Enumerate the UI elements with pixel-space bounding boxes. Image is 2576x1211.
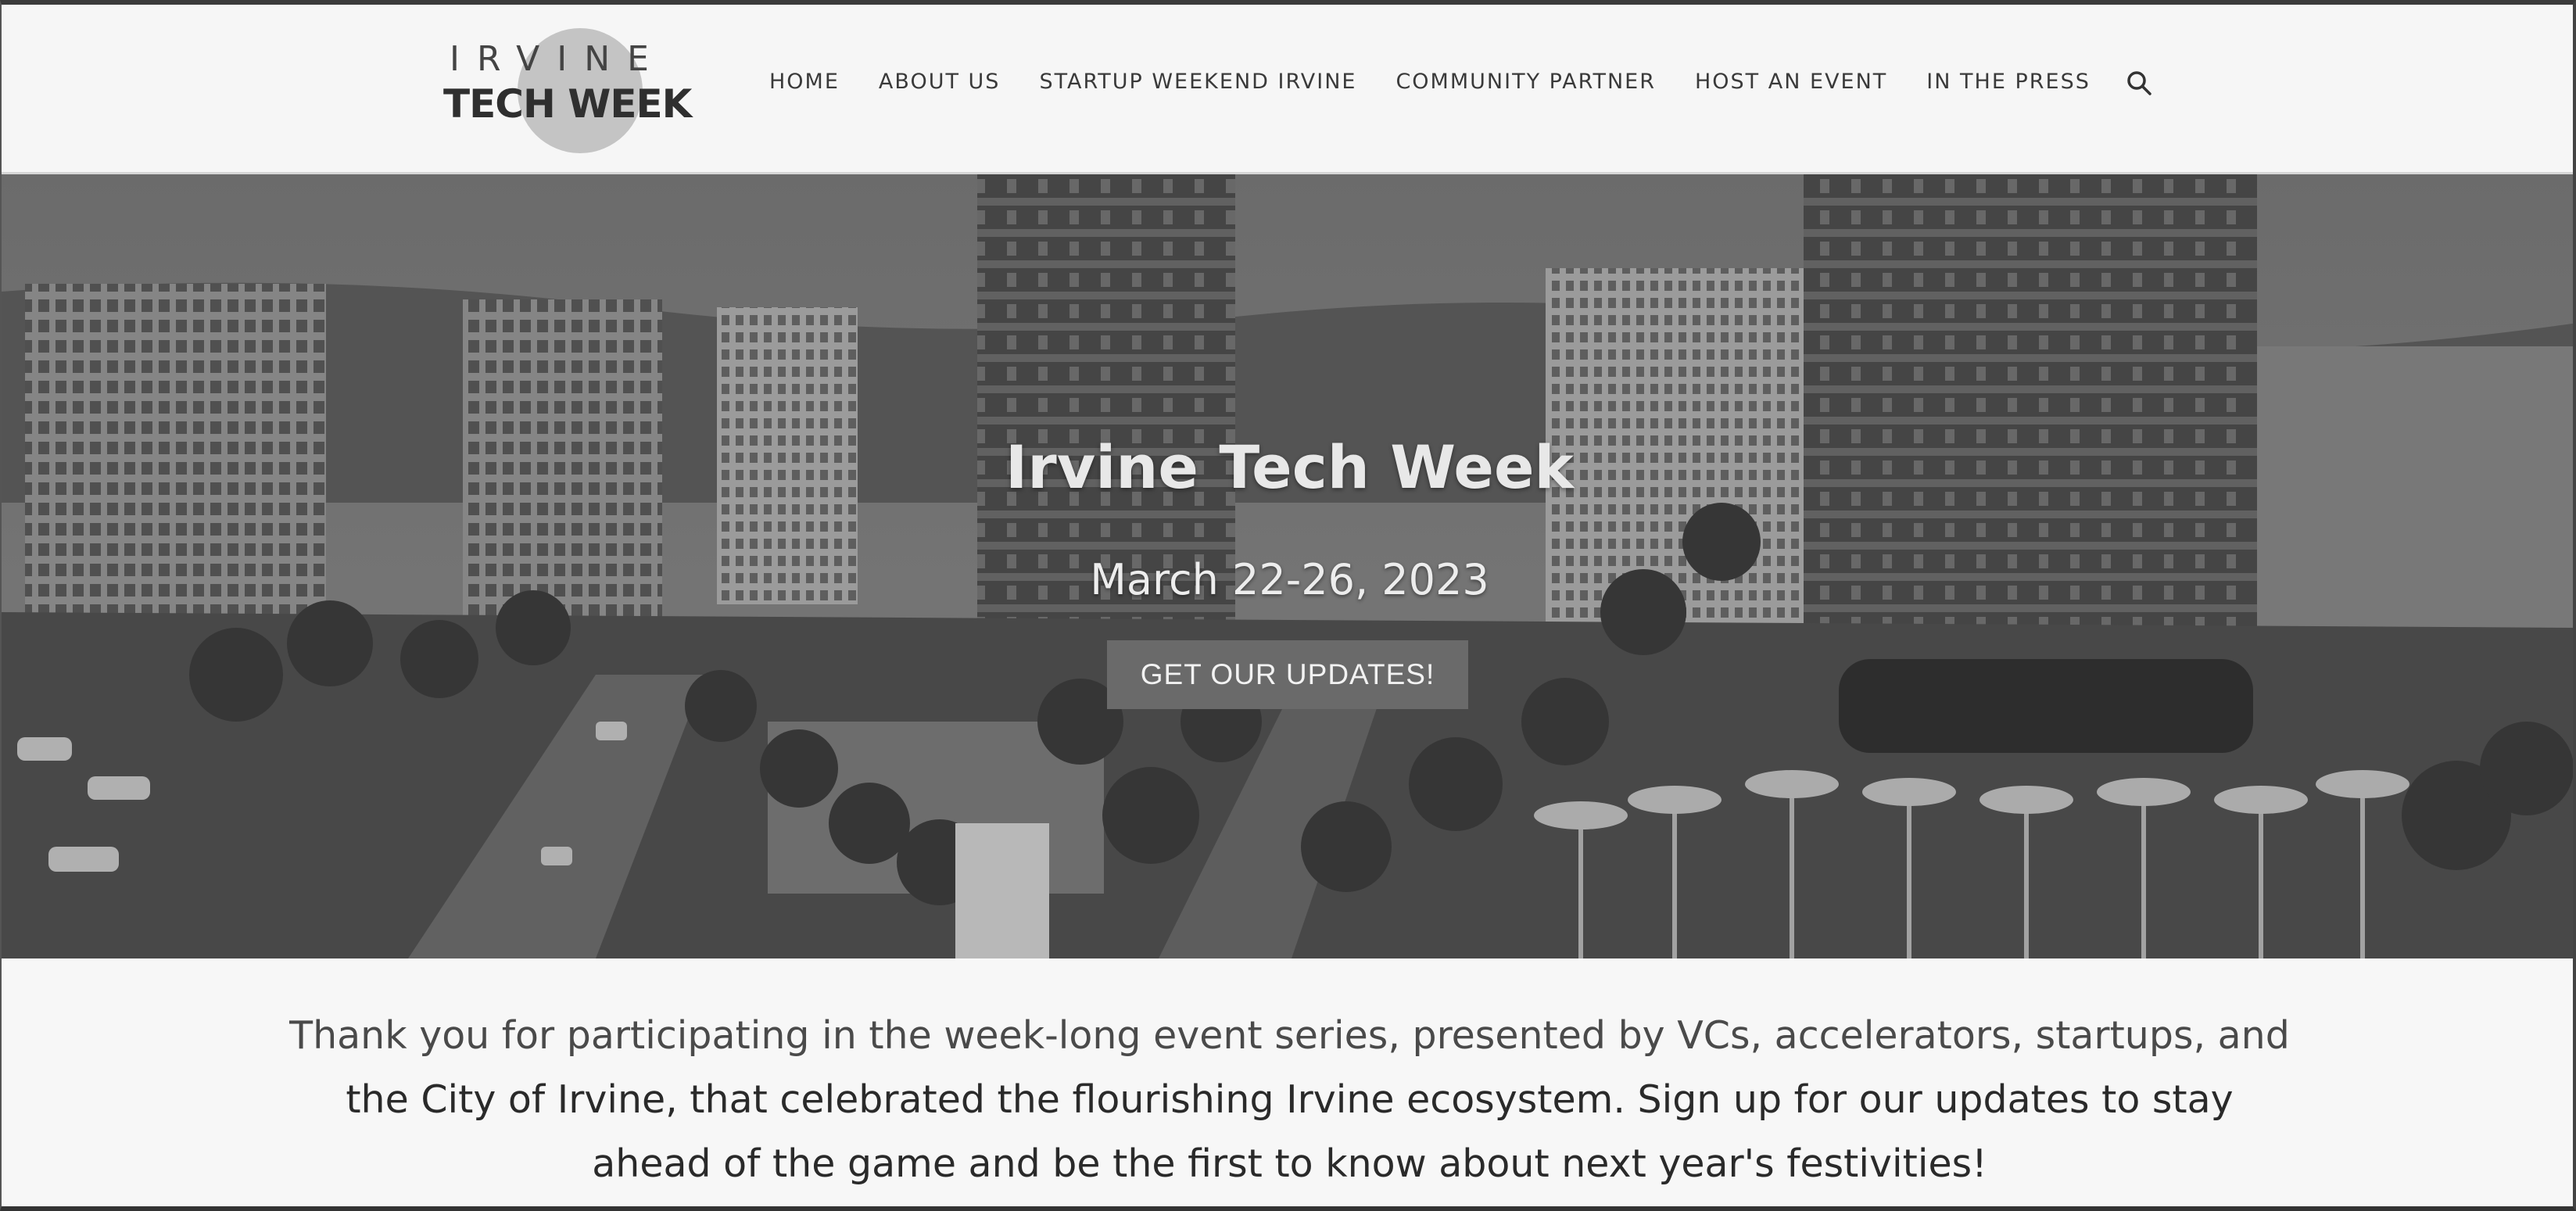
nav-item-community-partner[interactable]: COMMUNITY PARTNER <box>1395 70 1656 94</box>
intro-text: Thank you for participating in the week-… <box>236 1004 2343 1196</box>
intro-line-2: the City of Irvine, that celebrated the … <box>346 1077 2234 1122</box>
hero-title: Irvine Tech Week <box>1005 432 1575 502</box>
logo-line-bottom: TECH WEEK <box>443 81 692 127</box>
nav-item-in-the-press[interactable]: IN THE PRESS <box>1926 70 2091 94</box>
nav-item-startup-weekend[interactable]: STARTUP WEEKEND IRVINE <box>1039 70 1356 94</box>
main-nav: HOME ABOUT US STARTUP WEEKEND IRVINE COM… <box>769 66 2130 97</box>
search-icon[interactable] <box>2125 69 2153 97</box>
get-updates-button[interactable]: GET OUR UPDATES! <box>1107 640 1468 709</box>
nav-item-home[interactable]: HOME <box>769 70 840 94</box>
logo-line-top: IRVINE <box>450 39 666 79</box>
nav-item-about-us[interactable]: ABOUT US <box>879 70 1001 94</box>
intro-line-3: ahead of the game and be the first to kn… <box>592 1141 1987 1186</box>
nav-item-host-event[interactable]: HOST AN EVENT <box>1695 70 1887 94</box>
site-logo[interactable]: IRVINE TECH WEEK <box>443 20 692 153</box>
hero-date: March 22-26, 2023 <box>1090 555 1489 604</box>
intro-line-1: Thank you for participating in the week-… <box>289 1013 2290 1058</box>
site-header: IRVINE TECH WEEK HOME ABOUT US STARTUP W… <box>2 5 2573 174</box>
browser-page: IRVINE TECH WEEK HOME ABOUT US STARTUP W… <box>0 0 2576 1211</box>
hero-banner: Irvine Tech Week March 22-26, 2023 GET O… <box>2 174 2573 958</box>
